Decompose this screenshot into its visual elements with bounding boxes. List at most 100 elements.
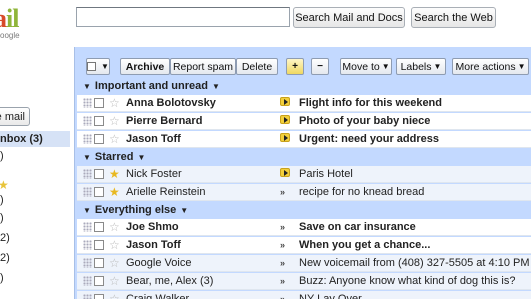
sidebar-item-fragment[interactable]: ) <box>0 194 4 206</box>
star-icon[interactable]: ★ <box>109 168 121 180</box>
delete-button[interactable]: Delete <box>236 58 278 75</box>
row-checkbox[interactable] <box>94 294 104 299</box>
row-checkbox[interactable] <box>94 169 104 179</box>
message-row[interactable]: ☆ Pierre Bernard Photo of your baby niece <box>77 113 531 130</box>
message-subject: Photo of your baby niece <box>299 115 431 127</box>
drag-handle-icon[interactable] <box>83 240 92 250</box>
collapse-triangle-icon[interactable]: ▼ <box>83 82 91 91</box>
drag-handle-icon[interactable] <box>83 116 92 126</box>
sidebar-item-inbox[interactable]: nbox (3) <box>0 131 70 147</box>
importance-cell <box>280 168 292 180</box>
sidebar-star-icon[interactable]: ★ <box>0 178 9 192</box>
message-subject: Buzz: Anyone know what kind of dog this … <box>299 275 516 287</box>
mark-important-button[interactable]: + <box>286 58 304 75</box>
toolbar: ▼ Archive Report spam Delete + − Move to… <box>75 47 531 77</box>
message-row[interactable]: ☆ Jason Toff » When you get a chance... <box>77 237 531 254</box>
message-subject: Save on car insurance <box>299 221 416 233</box>
section-header[interactable]: ▼ Important and unread ▼ <box>77 78 531 94</box>
chevron-down-icon[interactable]: ▼ <box>180 206 188 215</box>
importance-marker-icon[interactable] <box>280 133 290 142</box>
star-icon[interactable]: ☆ <box>109 133 121 145</box>
sender-name: Anna Bolotovsky <box>126 97 216 109</box>
mail-panel: ▼ Archive Report spam Delete + − Move to… <box>74 47 531 299</box>
importance-cell <box>280 115 292 127</box>
importance-arrows-icon[interactable]: » <box>280 187 285 197</box>
importance-marker-icon[interactable] <box>280 97 290 106</box>
labels-button[interactable]: Labels ▼ <box>396 58 446 75</box>
collapse-triangle-icon[interactable]: ▼ <box>83 153 91 162</box>
importance-arrows-icon[interactable]: » <box>280 294 285 299</box>
drag-handle-icon[interactable] <box>83 134 92 144</box>
importance-marker-icon[interactable] <box>280 168 290 177</box>
drag-handle-icon[interactable] <box>83 187 92 197</box>
more-actions-button[interactable]: More actions ▼ <box>452 58 529 75</box>
labels-label: Labels <box>400 60 432 73</box>
section-header[interactable]: ▼ Everything else ▼ <box>77 202 531 218</box>
sidebar-item-fragment[interactable]: ) <box>0 212 4 224</box>
importance-arrows-icon[interactable]: » <box>280 258 285 268</box>
row-checkbox[interactable] <box>94 134 104 144</box>
chevron-down-icon[interactable]: ▼ <box>137 153 145 162</box>
message-row[interactable]: ☆ Craig Walker » NY Lay Over <box>77 291 531 299</box>
star-icon[interactable]: ★ <box>109 186 121 198</box>
message-row[interactable]: ☆ Joe Shmo » Save on car insurance <box>77 219 531 236</box>
star-icon[interactable]: ☆ <box>109 275 121 287</box>
importance-arrows-icon[interactable]: » <box>280 222 285 232</box>
message-row[interactable]: ☆ Google Voice » New voicemail from (408) 3… <box>77 255 531 272</box>
importance-cell: » <box>280 275 292 287</box>
row-checkbox[interactable] <box>94 98 104 108</box>
drag-handle-icon[interactable] <box>83 222 92 232</box>
drag-handle-icon[interactable] <box>83 258 92 268</box>
row-checkbox[interactable] <box>94 240 104 250</box>
sender-name: Pierre Bernard <box>126 115 203 127</box>
drag-handle-icon[interactable] <box>83 169 92 179</box>
star-icon[interactable]: ☆ <box>109 239 121 251</box>
search-mail-button[interactable]: Search Mail and Docs <box>293 7 405 28</box>
importance-cell: » <box>280 257 292 269</box>
message-row[interactable]: ★ Nick Foster Paris Hotel <box>77 166 531 183</box>
search-web-button[interactable]: Search the Web <box>411 7 496 28</box>
chevron-down-icon: ▼ <box>517 62 526 71</box>
drag-handle-icon[interactable] <box>83 276 92 286</box>
row-checkbox[interactable] <box>94 258 104 268</box>
row-checkbox[interactable] <box>94 276 104 286</box>
archive-button[interactable]: Archive <box>120 58 170 75</box>
select-all-checkbox[interactable]: ▼ <box>86 58 110 75</box>
star-icon[interactable]: ☆ <box>109 257 121 269</box>
drag-handle-icon[interactable] <box>83 294 92 299</box>
chevron-down-icon[interactable]: ▼ <box>212 82 220 91</box>
section-header[interactable]: ▼ Starred ▼ <box>77 149 531 165</box>
importance-arrows-icon[interactable]: » <box>280 276 285 286</box>
report-spam-button[interactable]: Report spam <box>170 58 236 75</box>
message-subject: recipe for no knead bread <box>299 186 425 198</box>
drag-handle-icon[interactable] <box>83 98 92 108</box>
search-input[interactable] <box>76 7 290 27</box>
row-checkbox[interactable] <box>94 187 104 197</box>
star-icon[interactable]: ☆ <box>109 97 121 109</box>
sidebar-item-fragment[interactable]: 2) <box>0 252 10 264</box>
importance-marker-icon[interactable] <box>280 115 290 124</box>
sender-name: Craig Walker <box>126 293 190 299</box>
collapse-triangle-icon[interactable]: ▼ <box>83 206 91 215</box>
star-icon[interactable]: ☆ <box>109 221 121 233</box>
message-subject: Paris Hotel <box>299 168 353 180</box>
checkbox-icon <box>87 62 97 71</box>
importance-arrows-icon[interactable]: » <box>280 240 285 250</box>
row-checkbox[interactable] <box>94 116 104 126</box>
row-checkbox[interactable] <box>94 222 104 232</box>
message-row[interactable]: ★ Arielle Reinstein » recipe for no knead b… <box>77 184 531 201</box>
sidebar-item-fragment[interactable]: 2) <box>0 232 10 244</box>
mark-not-important-button[interactable]: − <box>311 58 329 75</box>
message-row[interactable]: ☆ Bear, me, Alex (3) » Buzz: Anyone know wh… <box>77 273 531 290</box>
message-row[interactable]: ☆ Jason Toff Urgent: need your address <box>77 131 531 148</box>
chevron-down-icon: ▼ <box>381 62 390 71</box>
star-icon[interactable]: ☆ <box>109 115 121 127</box>
message-subject: NY Lay Over <box>299 293 362 299</box>
move-to-button[interactable]: Move to ▼ <box>340 58 392 75</box>
message-row[interactable]: ☆ Anna Bolotovsky Flight info for this wee… <box>77 95 531 112</box>
star-icon[interactable]: ☆ <box>109 293 121 299</box>
sidebar-item-fragment[interactable]: ) <box>0 150 4 162</box>
compose-mail-button[interactable]: e mail <box>0 107 30 126</box>
sidebar-item-fragment[interactable]: ) <box>0 272 4 284</box>
gmail-logo[interactable]: ail oogle <box>0 4 24 40</box>
